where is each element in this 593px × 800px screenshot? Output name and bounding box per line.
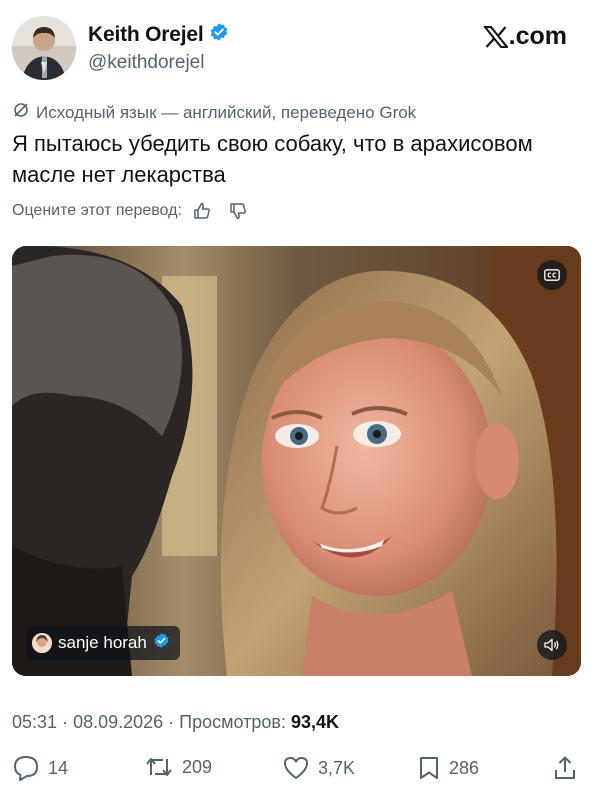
rate-translation-label: Оцените этот перевод: bbox=[12, 202, 182, 219]
video-player[interactable]: sanje horah bbox=[12, 246, 581, 676]
tagged-user[interactable]: sanje horah bbox=[26, 626, 180, 660]
author-name-row[interactable]: Keith Orejel bbox=[88, 22, 229, 47]
verified-badge-icon bbox=[209, 22, 229, 47]
views-label: Просмотров: bbox=[179, 712, 286, 732]
x-com-logo: .com bbox=[483, 22, 567, 51]
translation-note-text: Исходный язык — английский, переведено G… bbox=[36, 102, 417, 122]
reply-button[interactable]: 14 bbox=[12, 755, 68, 781]
author-handle[interactable]: @keithdorejel bbox=[88, 52, 204, 74]
views-count: 93,4K bbox=[290, 712, 340, 732]
repost-count: 209 bbox=[182, 756, 213, 777]
thumbs-up-icon[interactable] bbox=[192, 201, 212, 221]
volume-button[interactable] bbox=[537, 630, 567, 660]
tweet-time[interactable]: 05:31 bbox=[12, 712, 57, 732]
closed-captions-button[interactable] bbox=[537, 260, 567, 290]
like-button[interactable]: 3,7K bbox=[282, 755, 355, 781]
tweet-date[interactable]: 08.09.2026 bbox=[73, 712, 163, 732]
closed-captions-icon bbox=[544, 269, 560, 281]
volume-icon bbox=[544, 638, 559, 652]
bookmark-icon bbox=[420, 757, 438, 779]
x-com-logo-text: .com bbox=[508, 22, 567, 50]
tagged-user-avatar bbox=[32, 633, 52, 653]
repost-icon bbox=[146, 758, 172, 776]
translate-icon bbox=[12, 101, 30, 124]
rate-translation-row: Оцените этот перевод: bbox=[12, 201, 248, 221]
x-logo-icon bbox=[483, 25, 508, 48]
heart-icon bbox=[284, 757, 308, 779]
tweet-meta: 05:31 · 08.09.2026 · Просмотров: 93,4K bbox=[12, 712, 339, 733]
repost-button[interactable]: 209 bbox=[144, 755, 212, 779]
video-frame bbox=[12, 246, 581, 676]
bookmark-count: 286 bbox=[449, 757, 480, 778]
reply-icon bbox=[14, 756, 38, 781]
meta-separator: · bbox=[62, 712, 74, 732]
tweet-actions: 14 209 3,7K 286 bbox=[12, 755, 582, 785]
like-count: 3,7K bbox=[318, 757, 356, 778]
tweet-text: Я пытаюсь убедить свою собаку, что в ара… bbox=[12, 131, 533, 187]
translation-note: Исходный язык — английский, переведено G… bbox=[12, 101, 416, 124]
tagged-user-name: sanje horah bbox=[58, 633, 147, 652]
author-name[interactable]: Keith Orejel bbox=[88, 23, 204, 47]
share-icon bbox=[555, 756, 575, 779]
share-button[interactable] bbox=[552, 755, 578, 781]
reply-count: 14 bbox=[48, 757, 69, 778]
bookmark-button[interactable]: 286 bbox=[417, 755, 479, 781]
tag-verified-badge-icon bbox=[153, 632, 170, 654]
thumbs-down-icon[interactable] bbox=[228, 201, 248, 221]
meta-separator: · bbox=[168, 712, 180, 732]
author-avatar[interactable] bbox=[12, 16, 76, 80]
